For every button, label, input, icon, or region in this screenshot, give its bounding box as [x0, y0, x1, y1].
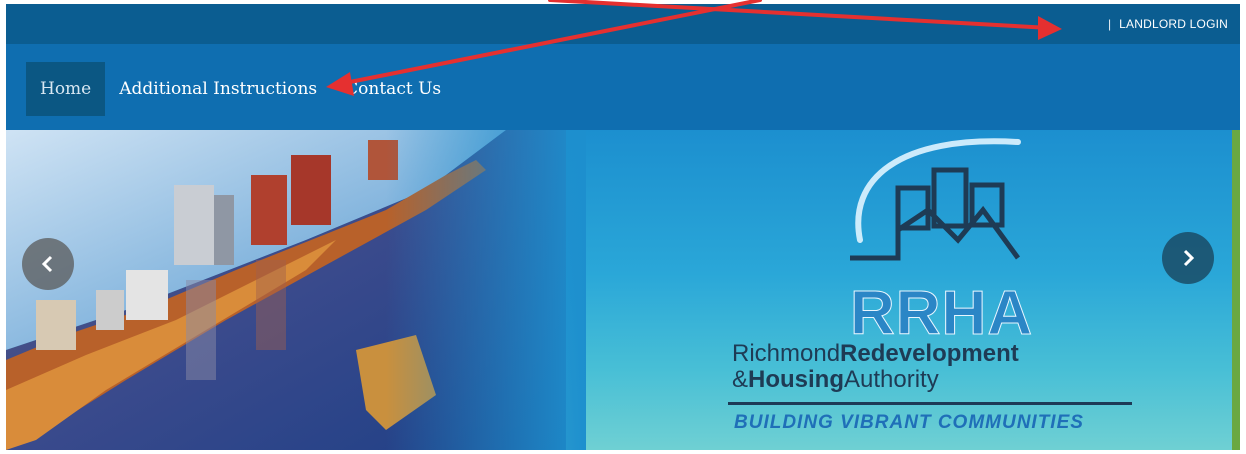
nav-item-home[interactable]: Home	[26, 62, 106, 116]
rrha-logo: RRHA RichmondRedevelopment &HousingAutho…	[728, 130, 1148, 450]
top-utility-bar: | LANDLORD LOGIN	[6, 4, 1240, 44]
carousel-next-button[interactable]	[1162, 232, 1214, 284]
logo-divider	[728, 402, 1132, 405]
logo-acronym: RRHA	[849, 279, 1034, 349]
logo-word-housing: Housing	[748, 366, 845, 393]
utility-links: | LANDLORD LOGIN	[1108, 4, 1228, 44]
chevron-left-icon	[41, 255, 53, 273]
logo-word-authority: Authority	[844, 366, 939, 393]
logo-name-line2: &HousingAuthority	[732, 366, 939, 394]
chevron-right-icon	[1183, 249, 1195, 267]
logo-name-line1: RichmondRedevelopment	[732, 340, 1019, 368]
nav-item-additional-instructions[interactable]: Additional Instructions	[105, 62, 331, 116]
landlord-login-link[interactable]: LANDLORD LOGIN	[1119, 17, 1228, 31]
logo-word-redevelopment: Redevelopment	[840, 340, 1019, 367]
main-nav: Home Additional Instructions Contact Us	[6, 44, 1240, 130]
nav-menu: Home Additional Instructions Contact Us	[26, 62, 455, 116]
green-edge-strip	[1232, 130, 1240, 450]
buildings-logo-icon	[850, 138, 1021, 261]
hero-carousel: RRHA RichmondRedevelopment &HousingAutho…	[6, 130, 1240, 450]
logo-word-richmond: Richmond	[732, 340, 841, 367]
logo-ampersand: &	[732, 366, 749, 393]
nav-item-contact-us[interactable]: Contact Us	[331, 62, 455, 116]
carousel-prev-button[interactable]	[22, 238, 74, 290]
logo-tagline: BUILDING VIBRANT COMMUNITIES	[734, 412, 1084, 433]
separator: |	[1108, 17, 1112, 31]
